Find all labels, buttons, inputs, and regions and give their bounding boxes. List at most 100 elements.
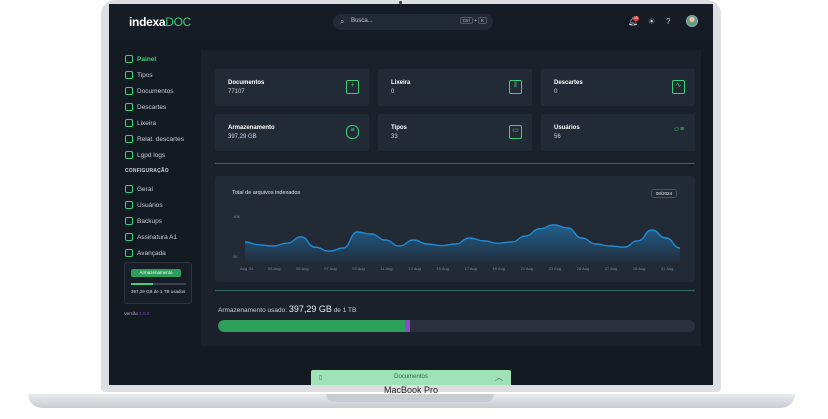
add-document-icon: + xyxy=(346,80,359,94)
report-icon xyxy=(125,135,133,143)
device-brand-label: MacBook Pro xyxy=(383,385,439,395)
x-tick-label: 09 Aug xyxy=(352,266,364,271)
x-tick-label: 23 Aug xyxy=(549,266,561,271)
sidebar-item-label: Lgpd logs xyxy=(137,151,166,159)
database-icon: ≡ xyxy=(346,125,359,139)
card-label: Tipos xyxy=(391,125,407,131)
card-label: Usuários xyxy=(554,125,580,131)
storage-used-value: 397,29 GB xyxy=(288,304,332,314)
app-logo[interactable]: indexaDOC xyxy=(129,15,191,29)
sidebar-item-usuarios[interactable]: Usuários xyxy=(125,199,163,211)
card-label: Documentos xyxy=(228,80,265,86)
chart-area-fill xyxy=(245,224,680,262)
gear-icon xyxy=(125,185,133,193)
x-tick-label: 21 Aug xyxy=(521,266,533,271)
card-label: Descartes xyxy=(554,80,583,86)
x-tick-label: 15 Aug xyxy=(436,266,448,271)
area-chart: 10K 0K Aug '24 03 Aug 05 Aug 07 Aug 09 Aug 11 A… xyxy=(233,214,681,271)
sidebar-item-lixeira[interactable]: Lixeira xyxy=(125,117,156,129)
storage-prefix: Armazenamento usado: xyxy=(218,307,288,314)
sidebar-storage-fill xyxy=(131,283,153,285)
card-value: 0 xyxy=(391,89,395,95)
card-armazenamento[interactable]: Armazenamento 397,29 GB ≡ xyxy=(215,114,369,151)
x-tick-label: 11 Aug xyxy=(380,266,392,271)
storage-suffix: de 1 TB xyxy=(333,307,357,314)
sidebar-storage-bar xyxy=(131,283,186,285)
x-tick-label: 27 Aug xyxy=(605,266,617,271)
version-value: 1.0.0 xyxy=(139,311,150,316)
users-list-icon: ☺≡ xyxy=(672,126,685,133)
theme-toggle-icon[interactable]: ☀ xyxy=(648,17,655,26)
x-tick-label: 03 Aug xyxy=(268,266,280,271)
sidebar-item-lgpd-logs[interactable]: Lgpd logs xyxy=(125,149,165,161)
card-descartes[interactable]: Descartes 0 ∿ xyxy=(541,69,695,106)
sidebar-storage-text: 397,29 GB de 1 TB usados xyxy=(131,289,186,294)
shield-icon xyxy=(125,151,133,159)
sidebar-item-documentos[interactable]: Documentos xyxy=(125,85,174,97)
sidebar-storage-card: Armazenamento 397,29 GB de 1 TB usados xyxy=(124,262,192,304)
help-icon[interactable]: ? xyxy=(666,17,670,26)
sidebar: Painel Tipos Documentos Descartes Lixeir… xyxy=(109,40,201,385)
section-label-configuracao: CONFIGURAÇÃO xyxy=(125,168,169,174)
search-box[interactable]: ⌕ Busca... Ctrl + K xyxy=(333,14,493,30)
search-icon: ⌕ xyxy=(340,17,345,26)
x-tick-label: 25 Aug xyxy=(577,266,589,271)
y-tick-label: 10K xyxy=(233,214,240,219)
storage-chip[interactable]: Armazenamento xyxy=(131,269,181,277)
sidebar-item-relat-descartes[interactable]: Relat. descartes xyxy=(125,133,184,145)
trash-icon xyxy=(125,119,133,127)
certificate-icon xyxy=(125,233,133,241)
sidebar-item-assinatura-a1[interactable]: Assinatura A1 xyxy=(125,231,177,243)
chevron-up-icon[interactable]: ︿ xyxy=(495,372,503,383)
chart-panel: Total de arquivos indexados 08/2024 10K 0… xyxy=(215,176,695,282)
folder-icon xyxy=(125,71,133,79)
search-shortcut: Ctrl + K xyxy=(459,17,487,24)
sidebar-item-descartes[interactable]: Descartes xyxy=(125,101,166,113)
card-value: 33 xyxy=(391,134,398,140)
sidebar-item-label: Descartes xyxy=(137,103,167,111)
sidebar-item-label: Usuários xyxy=(137,201,163,209)
card-lixeira[interactable]: Lixeira 0 ‖ xyxy=(378,69,532,106)
card-documentos[interactable]: Documentos 77107 + xyxy=(215,69,369,106)
documents-drawer-tab[interactable]: ▯ Documentos ︿ xyxy=(311,370,511,385)
dashboard-main: Documentos 77107 + Lixeira 0 ‖ Descartes… xyxy=(201,50,701,346)
x-tick-label: 07 Aug xyxy=(324,266,336,271)
x-tick-label: 17 Aug xyxy=(465,266,477,271)
drawer-tab-label: Documentos xyxy=(394,374,428,380)
sidebar-item-label: Tipos xyxy=(137,71,153,79)
sidebar-item-label: Lixeira xyxy=(137,119,157,127)
card-label: Lixeira xyxy=(391,80,411,86)
trash-icon: ‖ xyxy=(509,80,522,94)
search-placeholder: Busca... xyxy=(351,18,373,24)
storage-used-label: Armazenamento usado: 397,29 GB de 1 TB xyxy=(218,304,356,314)
y-tick-label: 0K xyxy=(233,254,238,259)
sidebar-item-tipos[interactable]: Tipos xyxy=(125,69,153,81)
shortcut-plus: + xyxy=(474,18,477,23)
x-tick-label: Aug '24 xyxy=(240,266,254,271)
sidebar-item-label: Documentos xyxy=(137,87,174,95)
top-bar: indexaDOC ⌕ Busca... Ctrl + K 🔔︎ 10 ☀ ? xyxy=(109,4,713,40)
app-screen: indexaDOC ⌕ Busca... Ctrl + K 🔔︎ 10 ☀ ? … xyxy=(109,4,713,385)
image-file-icon xyxy=(125,103,133,111)
sidebar-item-avancada[interactable]: Avançada xyxy=(125,247,166,259)
notification-badge: 10 xyxy=(633,16,639,21)
laptop-notch xyxy=(326,394,494,402)
sidebar-item-geral[interactable]: Geral xyxy=(125,183,153,195)
storage-progress-cap xyxy=(404,320,410,332)
x-tick-label: 13 Aug xyxy=(408,266,420,271)
document-icon xyxy=(125,87,133,95)
avatar[interactable] xyxy=(686,15,698,27)
image-file-icon: ∿ xyxy=(672,80,685,94)
sidebar-item-label: Assinatura A1 xyxy=(137,233,178,241)
section-divider-2 xyxy=(215,290,695,291)
sidebar-item-painel[interactable]: Painel xyxy=(125,53,156,65)
folder-icon: ▭ xyxy=(509,125,522,139)
card-usuarios[interactable]: Usuários 56 ☺≡ xyxy=(541,114,695,151)
section-divider xyxy=(215,163,695,164)
card-value: 56 xyxy=(554,134,561,140)
sidebar-item-backups[interactable]: Backups xyxy=(125,215,162,227)
shortcut-key: K xyxy=(477,17,487,24)
card-label: Armazenamento xyxy=(228,125,275,131)
card-tipos[interactable]: Tipos 33 ▭ xyxy=(378,114,532,151)
advanced-gear-icon xyxy=(125,249,133,257)
